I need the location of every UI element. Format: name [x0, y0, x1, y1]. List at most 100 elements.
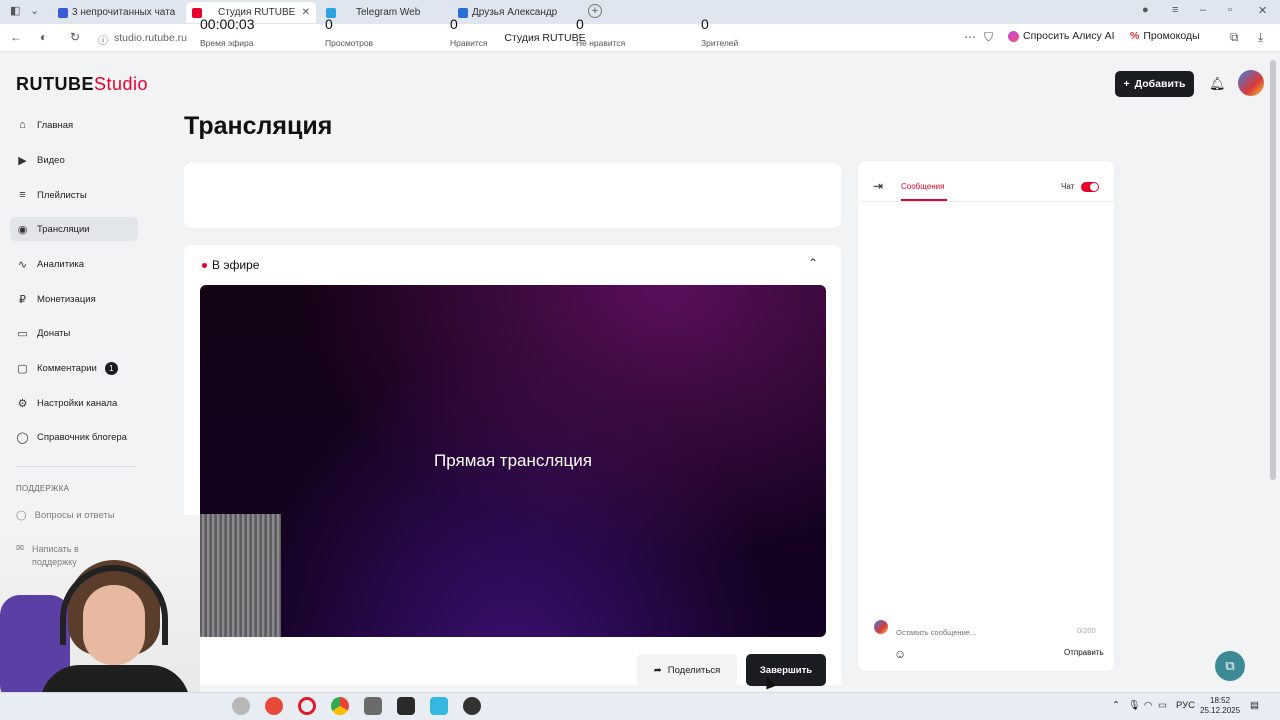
share-button[interactable]: ➦ Поделиться	[637, 654, 737, 686]
player-placeholder-text: Прямая трансляция	[434, 451, 592, 470]
support-item-contact[interactable]: ✉ Написать в поддержку	[16, 543, 116, 569]
sidebar-item[interactable]: ⌂ Главная	[10, 113, 138, 137]
chat-message-input[interactable]	[896, 626, 1106, 638]
support-item-label: Вопросы и ответы	[34, 510, 115, 521]
stat-label: Не нравится	[576, 38, 626, 48]
stat-viewers: 0 Зрителей	[701, 16, 738, 48]
stat-value: 0	[450, 16, 458, 32]
sidebar-item-label: Справочник блогера	[37, 431, 127, 443]
sidebar-item[interactable]: ∿ Аналитика	[10, 252, 138, 276]
yandex-browser-icon[interactable]	[265, 697, 283, 715]
promo-label: Промокоды	[1143, 30, 1200, 42]
logo-studio: Studio	[94, 74, 149, 94]
display-icon[interactable]: ▭	[1158, 700, 1167, 711]
system-clock[interactable]: 18:52 25.12.2025	[1200, 696, 1240, 716]
maximize-icon[interactable]: ▫	[1228, 4, 1232, 16]
stat-likes: 0 Нравится	[450, 16, 488, 48]
chrome-icon[interactable]	[331, 697, 349, 715]
alice-label: Спросить Алису AI	[1023, 30, 1115, 42]
webcam-body	[40, 665, 190, 692]
taskbar-app-icon[interactable]	[232, 697, 250, 715]
sidebar-item[interactable]: ▢ Комментарии 1	[10, 356, 138, 380]
send-button[interactable]: Отправить	[1064, 648, 1104, 657]
opera-icon[interactable]	[298, 697, 316, 715]
stat-label: Время эфира	[200, 38, 254, 48]
game-icon[interactable]	[364, 697, 382, 715]
bell-icon[interactable]: 🔔︎	[1209, 76, 1226, 92]
chat-bubble-icon: ⧉	[1225, 658, 1235, 673]
bookmark-icon[interactable]: ⛉	[984, 30, 993, 45]
stat-label: Просмотров	[325, 38, 374, 48]
mic-icon[interactable]: 🎙︎	[1128, 700, 1140, 711]
video-player[interactable]: Прямая трансляция	[200, 285, 826, 637]
browser-menu-lines-icon[interactable]: ≡	[1172, 4, 1178, 16]
live-dot-icon	[202, 262, 207, 268]
analytics-icon: ∿	[17, 258, 28, 271]
emoji-icon[interactable]: ☺	[894, 647, 906, 661]
collapse-panel-icon[interactable]: ⇥	[873, 179, 883, 193]
promo-button[interactable]: % Промокоды	[1130, 30, 1200, 42]
live-label: В эфире	[212, 258, 260, 272]
ask-alice-button[interactable]: Спросить Алису AI	[1008, 30, 1115, 42]
browser-tab-chats[interactable]: 3 непрочитанных чата	[58, 2, 180, 23]
webcam-overlay	[0, 515, 200, 692]
chat-avatar	[874, 620, 888, 634]
support-item-faq[interactable]: ◯ Вопросы и ответы	[16, 510, 115, 521]
support-section-title: ПОДДЕРЖКА	[16, 484, 70, 493]
stat-label: Зрителей	[701, 38, 739, 48]
tab-favicon-icon	[58, 7, 68, 18]
comments-count-badge: 1	[104, 361, 118, 375]
stat-value: 0	[701, 16, 709, 32]
end-stream-button[interactable]: Завершить	[746, 654, 826, 686]
sidebar-item[interactable]: ▭ Донаты	[10, 321, 138, 345]
avatar[interactable]	[1238, 70, 1264, 96]
chevron-up-tray-icon[interactable]: ⌃	[1112, 700, 1120, 711]
obs-icon[interactable]	[463, 697, 481, 715]
close-window-icon[interactable]: ✕	[1258, 4, 1267, 17]
sidebar-divider	[16, 466, 136, 467]
support-chat-button[interactable]: ⧉	[1215, 651, 1245, 681]
page-scrollbar[interactable]	[1270, 60, 1276, 480]
comments-icon: ▢	[17, 362, 28, 375]
terminal-icon[interactable]	[397, 697, 415, 715]
collections-icon[interactable]: ⧉	[1230, 30, 1239, 45]
sidebar-item-label: Главная	[37, 119, 74, 131]
sidebar-item-label: Видео	[37, 154, 65, 166]
download-icon[interactable]: ⤓	[1258, 30, 1263, 45]
browser-menu-icon[interactable]: ◧	[10, 4, 20, 17]
notifications-icon[interactable]: ▤	[1250, 700, 1259, 711]
language-indicator[interactable]: РУС	[1176, 700, 1195, 711]
noise-overlay	[200, 514, 281, 637]
shield-icon[interactable]	[430, 697, 448, 715]
minimize-icon[interactable]: –	[1200, 4, 1206, 16]
profile-icon[interactable]: ●	[1142, 4, 1149, 16]
sidebar-item[interactable]: ₽ Монетизация	[10, 287, 138, 311]
chat-char-counter: 0/200	[1077, 626, 1096, 635]
chat-toggle-label: Чат	[1061, 182, 1075, 191]
alice-icon	[1008, 30, 1019, 42]
add-button[interactable]: + Добавить	[1115, 71, 1194, 97]
donate-icon: ▭	[17, 327, 28, 340]
more-icon[interactable]: ⋯	[964, 30, 976, 44]
tab-messages[interactable]: Сообщения	[901, 182, 944, 191]
chat-toggle[interactable]	[1081, 182, 1099, 192]
stat-label: Нравится	[450, 38, 488, 48]
sidebar-item-label: Монетизация	[37, 293, 96, 305]
clock-time: 18:52	[1210, 696, 1231, 705]
browser-tab-bar: ◧ ⌄ 3 непрочитанных чата Студия RUTUBE ✕…	[0, 0, 1280, 24]
close-tab-icon[interactable]: ✕	[302, 7, 310, 18]
headphones-icon	[60, 565, 168, 645]
sidebar-item[interactable]: ⚙ Настройки канала	[10, 391, 138, 415]
wifi-icon[interactable]: ◠	[1144, 700, 1152, 711]
sidebar-item[interactable]: ▶ Видео	[10, 148, 138, 172]
sidebar-item[interactable]: ≡ Плейлисты	[10, 183, 138, 207]
rutube-studio-logo[interactable]: RUTUBEStudio	[16, 74, 148, 95]
add-label: Добавить	[1134, 78, 1186, 90]
page-title: Трансляция	[184, 112, 333, 140]
sidebar-item[interactable]: ◯ Справочник блогера	[10, 425, 138, 449]
sidebar-item[interactable]: ◉ Трансляции	[10, 217, 138, 241]
support-item-label: Написать в поддержку	[31, 544, 79, 567]
chevron-up-icon[interactable]: ⌃	[808, 256, 818, 270]
broadcast-icon: ◉	[17, 223, 28, 236]
tab-list-icon[interactable]: ⌄	[30, 4, 39, 17]
